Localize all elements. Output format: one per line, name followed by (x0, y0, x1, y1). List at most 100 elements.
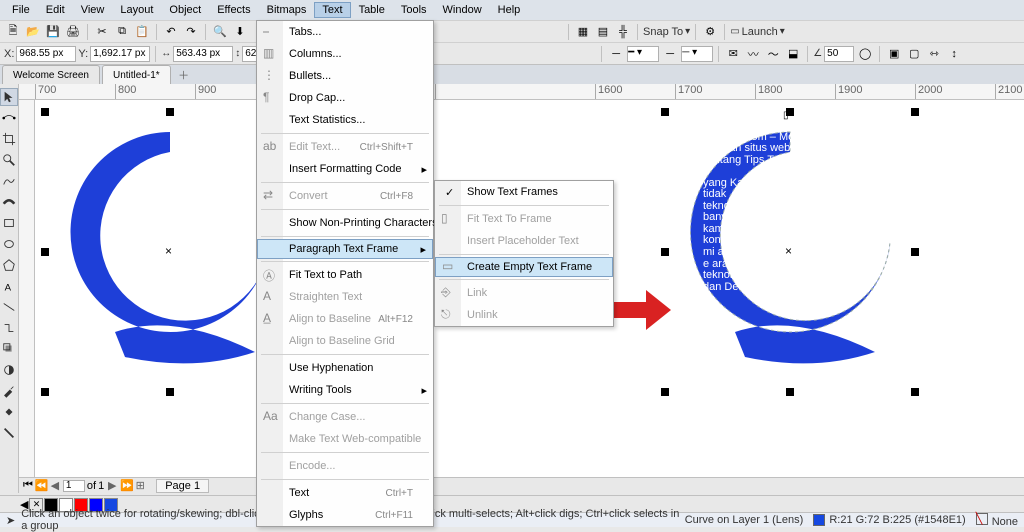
page-tab[interactable]: Page 1 (156, 479, 209, 493)
menu-file[interactable]: File (4, 2, 38, 18)
order-back-icon[interactable]: ▢ (905, 45, 923, 63)
rectangle-tool-icon[interactable] (0, 214, 18, 232)
menu-text-writing-tools[interactable]: Writing Tools▸ (257, 379, 433, 401)
menu-text-bullets[interactable]: ⋮Bullets... (257, 65, 433, 87)
status-layer: Curve on Layer 1 (Lens) (685, 514, 804, 526)
freehand-tool-icon[interactable] (0, 172, 18, 190)
import-icon[interactable]: ⬇ (231, 23, 249, 41)
artistic-media-icon[interactable] (0, 193, 18, 211)
arrow-dropdown[interactable]: ─ ▾ (681, 46, 713, 62)
connector-tool-icon[interactable] (0, 319, 18, 337)
rulers-icon[interactable]: ▦ (574, 23, 592, 41)
menu-edit[interactable]: Edit (38, 2, 73, 18)
snap-to-dropdown[interactable]: Snap To ▾ (643, 26, 690, 38)
menu-text-fit-to-path[interactable]: ⒶFit Text to Path (257, 264, 433, 286)
save-icon[interactable]: 💾 (44, 23, 62, 41)
shape-tool-icon[interactable] (0, 109, 18, 127)
guides-icon[interactable]: ╬ (614, 23, 632, 41)
menu-object[interactable]: Object (161, 2, 209, 18)
pick-tool-icon[interactable] (0, 88, 18, 106)
print-icon[interactable]: 🖨 (64, 23, 82, 41)
menu-text-columns[interactable]: ▥Columns... (257, 43, 433, 65)
fill-tool-icon[interactable] (0, 403, 18, 421)
menu-text-nonprinting[interactable]: Show Non-Printing Characters (257, 212, 433, 234)
menu-text-text[interactable]: TextCtrl+T (257, 482, 433, 504)
options-icon[interactable]: ⚙ (701, 23, 719, 41)
angle-input[interactable] (824, 46, 854, 62)
next-page-icon[interactable]: ▶ (106, 479, 118, 492)
menu-help[interactable]: Help (490, 2, 529, 18)
x-input[interactable] (16, 46, 76, 62)
drop-shadow-icon[interactable] (0, 340, 18, 358)
mirror-v-icon[interactable]: ↕ (945, 45, 963, 63)
line-style-icon[interactable]: ─ (607, 45, 625, 63)
add-page-icon[interactable]: ⊞ (134, 479, 146, 492)
prev-page-icon[interactable]: ◀ (49, 479, 61, 492)
menu-text-statistics[interactable]: Text Statistics... (257, 109, 433, 131)
menu-effects[interactable]: Effects (209, 2, 258, 18)
launch-dropdown[interactable]: ▭ Launch ▾ (730, 26, 785, 38)
transparency-tool-icon[interactable] (0, 361, 18, 379)
tab-untitled[interactable]: Untitled-1* (102, 65, 171, 84)
curve-icon[interactable]: 〰 (744, 45, 762, 63)
menu-text-make-web: Make Text Web-compatible (257, 428, 433, 450)
paste-icon[interactable]: 📋 (133, 23, 151, 41)
last-page-icon[interactable]: ⏩ (120, 479, 132, 492)
fill-swatch-icon[interactable] (813, 514, 825, 526)
menu-table[interactable]: Table (351, 2, 393, 18)
zoom-tool-icon[interactable] (0, 151, 18, 169)
freehand-icon[interactable]: 〜 (764, 45, 782, 63)
menu-text-convert: ⇄ConvertCtrl+F8 (257, 185, 433, 207)
menu-text-encode: Encode... (257, 455, 433, 477)
menu-view[interactable]: View (73, 2, 113, 18)
wrap-icon[interactable]: ⬓ (784, 45, 802, 63)
parallel-dim-icon[interactable] (0, 298, 18, 316)
eyedropper-icon[interactable] (0, 382, 18, 400)
new-tab-button[interactable]: ＋ (175, 66, 193, 84)
first-page-icon[interactable]: ⏪ (35, 479, 47, 492)
tab-welcome[interactable]: Welcome Screen (2, 65, 100, 84)
menu-window[interactable]: Window (435, 2, 490, 18)
menu-text-paragraph-frame[interactable]: Paragraph Text Frame▸ (257, 239, 433, 259)
menu-text-dropcap[interactable]: ¶Drop Cap... (257, 87, 433, 109)
crop-tool-icon[interactable] (0, 130, 18, 148)
submenu-create-empty-text-frame[interactable]: ▭Create Empty Text Frame (435, 257, 613, 277)
y-input[interactable] (90, 46, 150, 62)
menu-text[interactable]: Text (314, 2, 350, 18)
close-curve-icon[interactable]: ◯ (856, 45, 874, 63)
menu-text-tabs[interactable]: ⎯Tabs... (257, 21, 433, 43)
width-input[interactable] (173, 46, 233, 62)
text-tool-icon[interactable]: A (0, 277, 18, 295)
textframe-handle-icon[interactable]: ▯ (783, 110, 789, 121)
cut-icon[interactable]: ✂ (93, 23, 111, 41)
search-icon[interactable]: 🔍 (211, 23, 229, 41)
linestyle-dropdown[interactable]: ━ ▾ (627, 46, 659, 62)
paragraph-text-frame[interactable]: Qerdus com – Merupakan sebuah situs web … (695, 120, 885, 293)
menu-tools[interactable]: Tools (393, 2, 435, 18)
polygon-tool-icon[interactable] (0, 256, 18, 274)
outline-swatch-icon[interactable]: ╲ (976, 513, 988, 525)
submenu-show-text-frames[interactable]: ✓Show Text Frames (435, 181, 613, 203)
outline-tool-icon[interactable] (0, 424, 18, 442)
page-number-input[interactable] (63, 480, 85, 492)
start-arrow-icon[interactable]: ─ (661, 45, 679, 63)
menu-text-hyphenation[interactable]: Use Hyphenation (257, 357, 433, 379)
new-icon[interactable]: 🗎 (4, 23, 22, 41)
undo-icon[interactable]: ↶ (162, 23, 180, 41)
menu-layout[interactable]: Layout (112, 2, 161, 18)
copy-icon[interactable]: ⧉ (113, 23, 131, 41)
mirror-h-icon[interactable]: ⇿ (925, 45, 943, 63)
ellipse-tool-icon[interactable] (0, 235, 18, 253)
arrow-icon (611, 290, 671, 330)
paragraph-text-frame-submenu: ✓Show Text Frames ▯Fit Text To Frame Ins… (434, 180, 614, 327)
open-icon[interactable]: 📂 (24, 23, 42, 41)
menu-bitmaps[interactable]: Bitmaps (259, 2, 315, 18)
order-front-icon[interactable]: ▣ (885, 45, 903, 63)
menu-text-insert-formatting[interactable]: Insert Formatting Code▸ (257, 158, 433, 180)
menu-text-glyphs[interactable]: GlyphsCtrl+F11 (257, 504, 433, 526)
scroll-left-icon[interactable]: ⏮ (23, 479, 33, 492)
redo-icon[interactable]: ↷ (182, 23, 200, 41)
envelope-icon[interactable]: ✉ (724, 45, 742, 63)
grid-icon[interactable]: ▤ (594, 23, 612, 41)
page-nav: ⏮ ⏪ ◀ of 1 ▶ ⏩ ⊞ Page 1 (19, 477, 1024, 493)
